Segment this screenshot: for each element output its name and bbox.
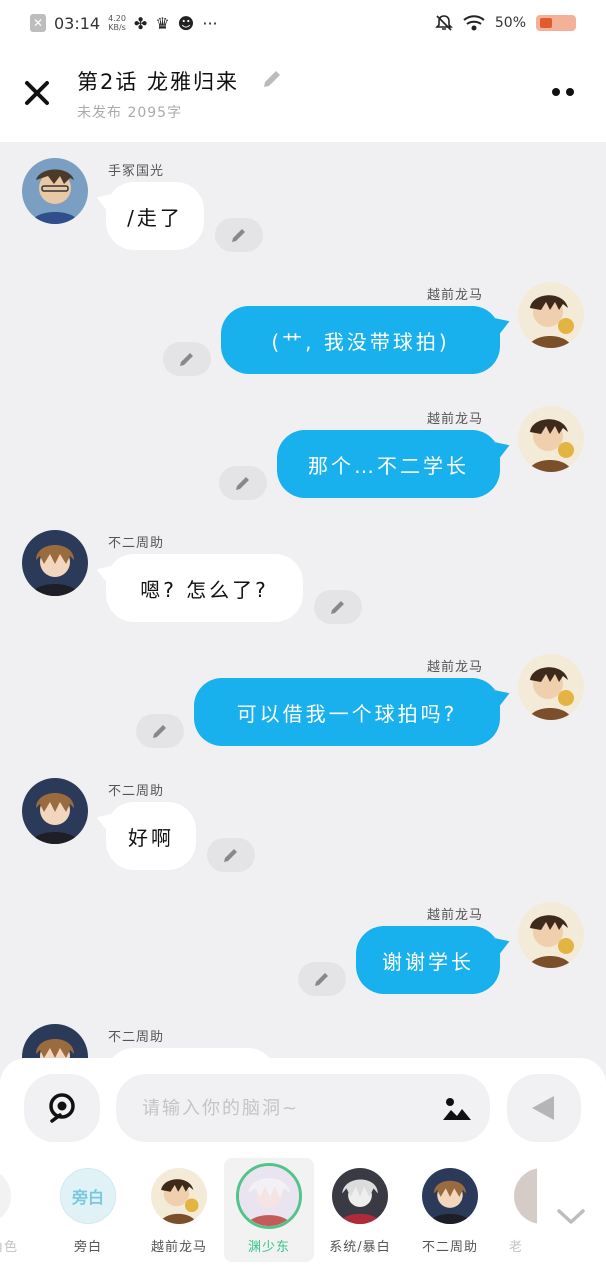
- dot-icon: [566, 88, 574, 96]
- pencil-icon: [224, 849, 237, 862]
- avatar[interactable]: [518, 282, 584, 348]
- avatar: [514, 1168, 537, 1224]
- status-bar: ✕ 03:14 4.20 KB/s ✤ ♛ ☻ ··· 50%: [0, 0, 606, 46]
- avatar: [0, 1168, 11, 1224]
- net-speed-value: 4.20: [108, 14, 126, 23]
- role-selector[interactable]: 角色 旁白 旁白 越前龙马 渊少东 系统/暴白 不二周助 老: [0, 1158, 606, 1268]
- net-speed-unit: KB/s: [108, 23, 126, 32]
- more-options-button[interactable]: [552, 88, 574, 96]
- avatar[interactable]: [518, 902, 584, 968]
- pencil-icon: [264, 71, 280, 87]
- pencil-icon: [232, 229, 245, 242]
- role-item-narration[interactable]: 旁白 旁白: [43, 1158, 133, 1262]
- mute-bell-icon: [434, 15, 453, 31]
- notification-close-icon: ✕: [30, 14, 46, 32]
- chat-area[interactable]: 手冢国光 /走了 越前龙马 (艹, 我没带球拍) 越前龙马 那个…不二学长 不二…: [0, 142, 606, 1058]
- pencil-icon: [180, 353, 193, 366]
- image-icon: [443, 1098, 471, 1120]
- pencil-icon: [315, 973, 328, 986]
- dot-icon: [552, 88, 560, 96]
- insert-image-button[interactable]: [442, 1096, 472, 1126]
- role-item[interactable]: 角色: [0, 1158, 28, 1262]
- ninja-icon: ☻: [177, 13, 195, 33]
- message-bubble[interactable]: 嗯? 怎么了?: [106, 554, 303, 622]
- avatar[interactable]: [22, 530, 88, 596]
- more-notifications: ···: [202, 13, 218, 33]
- episode-status: 未发布 2095字: [77, 105, 183, 121]
- battery-percent: 50%: [494, 15, 526, 31]
- speaker-name: 手冢国光: [108, 164, 165, 179]
- avatar: [151, 1168, 207, 1224]
- narration-badge: 旁白: [60, 1168, 116, 1224]
- speaker-name: 越前龙马: [427, 908, 484, 923]
- edit-message-button[interactable]: [219, 466, 267, 500]
- close-icon: [25, 81, 49, 105]
- message-bubble[interactable]: [106, 1048, 276, 1058]
- avatar[interactable]: [22, 158, 88, 224]
- battery-icon: [536, 15, 576, 31]
- episode-title[interactable]: 第2话 龙雅归来: [77, 66, 239, 96]
- avatar[interactable]: [518, 654, 584, 720]
- voice-icon: [49, 1093, 75, 1123]
- avatar[interactable]: [22, 1024, 88, 1058]
- role-name: 系统/暴白: [329, 1240, 391, 1255]
- role-item-selected[interactable]: 渊少东: [224, 1158, 314, 1262]
- editor-header: 第2话 龙雅归来 未发布 2095字: [0, 46, 606, 142]
- wifi-icon: [463, 15, 485, 31]
- expand-roles-button[interactable]: [556, 1208, 586, 1230]
- edit-message-button[interactable]: [314, 590, 362, 624]
- speaker-name: 越前龙马: [427, 660, 484, 675]
- edit-message-button[interactable]: [163, 342, 211, 376]
- message-bubble[interactable]: /走了: [106, 182, 204, 250]
- role-name: 老: [509, 1240, 524, 1255]
- speaker-name: 不二周助: [108, 784, 165, 799]
- compose-panel: 角色 旁白 旁白 越前龙马 渊少东 系统/暴白 不二周助 老: [0, 1058, 606, 1280]
- role-name: 越前龙马: [150, 1240, 207, 1255]
- avatar: [332, 1168, 388, 1224]
- edit-title-button[interactable]: [261, 68, 283, 94]
- send-button[interactable]: [507, 1074, 581, 1142]
- edit-message-button[interactable]: [298, 962, 346, 996]
- edit-message-button[interactable]: [207, 838, 255, 872]
- role-item[interactable]: 越前龙马: [134, 1158, 224, 1262]
- message-input-box[interactable]: [116, 1074, 490, 1142]
- pencil-icon: [331, 601, 344, 614]
- role-name: 角色: [0, 1240, 18, 1255]
- message-bubble[interactable]: 好啊: [106, 802, 196, 870]
- role-name: 旁白: [73, 1240, 102, 1255]
- voice-button[interactable]: [24, 1074, 100, 1142]
- avatar[interactable]: [518, 406, 584, 472]
- message-bubble[interactable]: 谢谢学长: [356, 926, 500, 994]
- speaker-name: 越前龙马: [427, 288, 484, 303]
- status-time: 03:14: [54, 13, 101, 33]
- role-item[interactable]: 老: [497, 1158, 537, 1262]
- pinwheel-icon: ✤: [133, 13, 148, 33]
- chevron-down-icon: [557, 1209, 585, 1224]
- crown-icon: ♛: [155, 13, 170, 33]
- avatar: [236, 1163, 302, 1229]
- message-bubble[interactable]: 可以借我一个球拍吗?: [194, 678, 500, 746]
- role-item[interactable]: 系统/暴白: [315, 1158, 405, 1262]
- net-speed: 4.20 KB/s: [108, 14, 126, 32]
- close-button[interactable]: [20, 76, 54, 110]
- role-name: 渊少东: [247, 1240, 290, 1255]
- role-item[interactable]: 不二周助: [405, 1158, 495, 1262]
- message-bubble[interactable]: 那个…不二学长: [277, 430, 500, 498]
- pencil-icon: [153, 725, 166, 738]
- speaker-name: 不二周助: [108, 1030, 165, 1045]
- send-icon: [532, 1096, 554, 1120]
- speaker-name: 不二周助: [108, 536, 165, 551]
- pencil-icon: [236, 477, 249, 490]
- role-name: 不二周助: [421, 1240, 478, 1255]
- edit-message-button[interactable]: [215, 218, 263, 252]
- avatar[interactable]: [22, 778, 88, 844]
- message-bubble[interactable]: (艹, 我没带球拍): [221, 306, 500, 374]
- message-input[interactable]: [142, 1074, 422, 1142]
- avatar: [422, 1168, 478, 1224]
- edit-message-button[interactable]: [136, 714, 184, 748]
- speaker-name: 越前龙马: [427, 412, 484, 427]
